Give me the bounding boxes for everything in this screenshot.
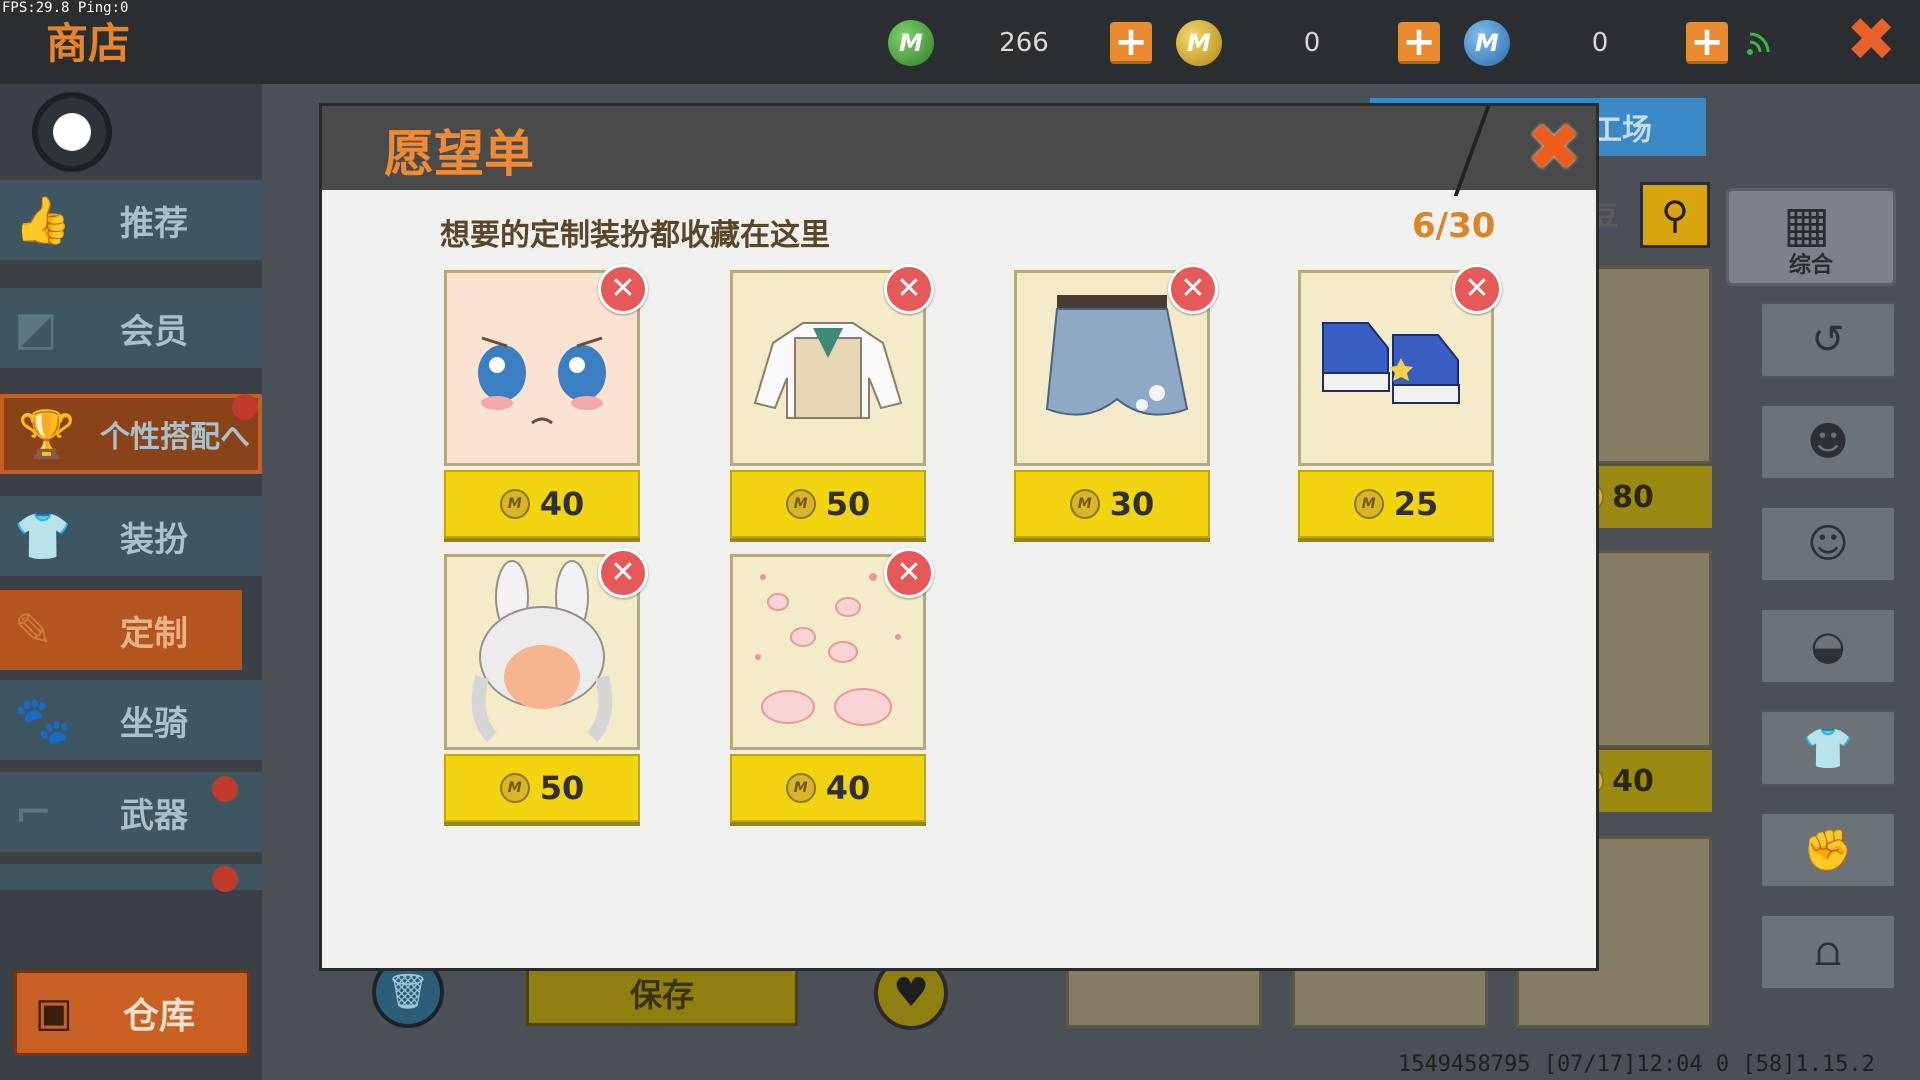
coin-icon: M <box>1353 489 1384 519</box>
sidebar-item-label: 推荐 <box>120 203 188 244</box>
coin-icon: M <box>499 489 530 519</box>
coin-icon: M <box>1069 489 1100 519</box>
add-gold-coin-button[interactable]: + <box>1398 22 1440 64</box>
add-green-coin-button[interactable]: + <box>1110 22 1152 64</box>
remove-item-button[interactable]: ✕ <box>884 548 934 598</box>
mount-icon: 🐾 <box>14 692 72 747</box>
heart-icon: ♥ <box>893 970 929 1016</box>
item-price: 50 <box>539 769 585 807</box>
search-button[interactable]: ⚲ <box>1640 182 1710 248</box>
bg-item-image[interactable] <box>1292 960 1488 1028</box>
build-info: 1549458795 [07/17]12:04 0 [58]1.15.2 <box>1398 1052 1875 1077</box>
shop-title: 商店 <box>46 19 131 68</box>
filter-mask-button[interactable]: ◒ <box>1760 608 1896 684</box>
price-value: 40 <box>1612 763 1654 799</box>
item-price-button[interactable]: M 40 <box>444 470 640 538</box>
add-blue-coin-button[interactable]: + <box>1686 22 1728 64</box>
tab-workshop-label: 工场 <box>1592 113 1652 148</box>
sidebar-item-label: 定制 <box>120 613 188 654</box>
sidebar-item-label: 个性搭配へ <box>100 420 250 455</box>
remove-item-button[interactable]: ✕ <box>1452 264 1502 314</box>
remove-item-button[interactable]: ✕ <box>598 264 648 314</box>
shirt-icon: 👕 <box>14 508 72 563</box>
search-icon: ⚲ <box>1661 193 1689 237</box>
remove-item-button[interactable]: ✕ <box>884 264 934 314</box>
close-icon[interactable]: ✖ <box>1522 114 1586 182</box>
mask-icon: ◒ <box>1810 623 1846 669</box>
item-price-button[interactable]: M 40 <box>730 754 926 822</box>
save-button[interactable]: 保存 <box>526 960 798 1026</box>
sidebar-item-label: 会员 <box>120 311 188 352</box>
bg-item-image[interactable] <box>1066 960 1262 1028</box>
sidebar-item-label: 坐骑 <box>120 703 188 744</box>
item-price-button[interactable]: M 25 <box>1298 470 1494 538</box>
item-price: 30 <box>1109 485 1155 523</box>
modal-subtitle: 想要的定制装扮都收藏在这里 <box>440 218 830 253</box>
remove-item-button[interactable]: ✕ <box>598 548 648 598</box>
remove-item-button[interactable]: ✕ <box>1168 264 1218 314</box>
filter-recent-button[interactable]: ↺ <box>1760 302 1896 378</box>
sidebar-item-dressup[interactable]: 👕 装扮 <box>0 496 262 576</box>
sidebar-item-custom[interactable]: ✎ 定制 <box>0 590 242 670</box>
filter-all-button[interactable]: ▦ 综合 <box>1726 188 1896 286</box>
trophy-icon: 🏆 <box>18 406 76 461</box>
notification-dot <box>232 394 258 420</box>
sidebar-toggle-button[interactable] <box>32 92 112 172</box>
filter-all-label: 综合 <box>1788 253 1833 278</box>
green-coin-icon: M <box>888 20 934 66</box>
hair-icon: ☻ <box>1807 419 1849 465</box>
coin-icon: M <box>785 773 816 803</box>
price-value: 80 <box>1612 479 1654 515</box>
sidebar-item-label: 武器 <box>120 795 188 836</box>
pants-icon: ⩍ <box>1815 929 1841 975</box>
filter-hair-button[interactable]: ☻ <box>1760 404 1896 480</box>
fist-icon: ✊ <box>1803 827 1853 874</box>
face-icon: ☺ <box>1807 521 1849 567</box>
item-price: 40 <box>825 769 871 807</box>
sidebar-item-outfit-combo[interactable]: 🏆 个性搭配へ <box>0 394 262 474</box>
filter-accessory-button[interactable]: ✊ <box>1760 812 1896 888</box>
item-price: 25 <box>1393 485 1439 523</box>
pencil-icon: ✎ <box>14 603 53 657</box>
wishlist-modal: 愿望单 ✖ 想要的定制装扮都收藏在这里 6/30 M 40 ✕ M 50 ✕ M… <box>322 106 1596 968</box>
filter-face-button[interactable]: ☺ <box>1760 506 1896 582</box>
item-price-button[interactable]: M 50 <box>730 470 926 538</box>
coin-icon: M <box>499 773 530 803</box>
blue-coin-value: 0 <box>1591 28 1609 58</box>
gun-icon: ⌐ <box>14 785 53 839</box>
filter-pants-button[interactable]: ⩍ <box>1760 914 1896 990</box>
treasure-chest-icon: ▣ <box>35 990 73 1036</box>
filter-top-button[interactable]: 👕 <box>1760 710 1896 786</box>
coin-icon: M <box>785 489 816 519</box>
grid-icon: ▦ <box>1783 195 1831 253</box>
item-price: 40 <box>539 485 585 523</box>
modal-title: 愿望单 <box>384 125 534 183</box>
history-icon: ↺ <box>1811 317 1845 363</box>
gold-coin-value: 0 <box>1303 28 1321 58</box>
sidebar-item-label: 装扮 <box>120 519 188 560</box>
trash-icon: 🗑 <box>386 972 430 1012</box>
notification-dot <box>212 866 238 892</box>
sidebar-item-mount[interactable]: 🐾 坐骑 <box>0 680 262 760</box>
sidebar-item-recommend[interactable]: 👍 推荐 <box>0 180 262 260</box>
item-price-button[interactable]: M 50 <box>444 754 640 822</box>
thumbs-up-icon: 👍 <box>14 192 72 247</box>
wishlist-count: 6/30 <box>1412 206 1496 246</box>
vip-icon: ◩ <box>14 301 58 355</box>
warehouse-button[interactable]: ▣ 仓库 <box>14 970 250 1056</box>
item-price: 50 <box>825 485 871 523</box>
gold-coin-icon: M <box>1176 20 1222 66</box>
item-price-button[interactable]: M 30 <box>1014 470 1210 538</box>
blue-coin-icon: M <box>1464 20 1510 66</box>
shirt-icon: 👕 <box>1803 725 1853 772</box>
signal-icon <box>1747 32 1770 55</box>
green-coin-value: 266 <box>999 28 1049 58</box>
warehouse-label: 仓库 <box>123 996 196 1037</box>
sidebar-item-vip[interactable]: ◩ 会员 <box>0 288 262 368</box>
close-shop-icon[interactable]: ✖ <box>1846 10 1902 70</box>
notification-dot <box>212 776 238 802</box>
